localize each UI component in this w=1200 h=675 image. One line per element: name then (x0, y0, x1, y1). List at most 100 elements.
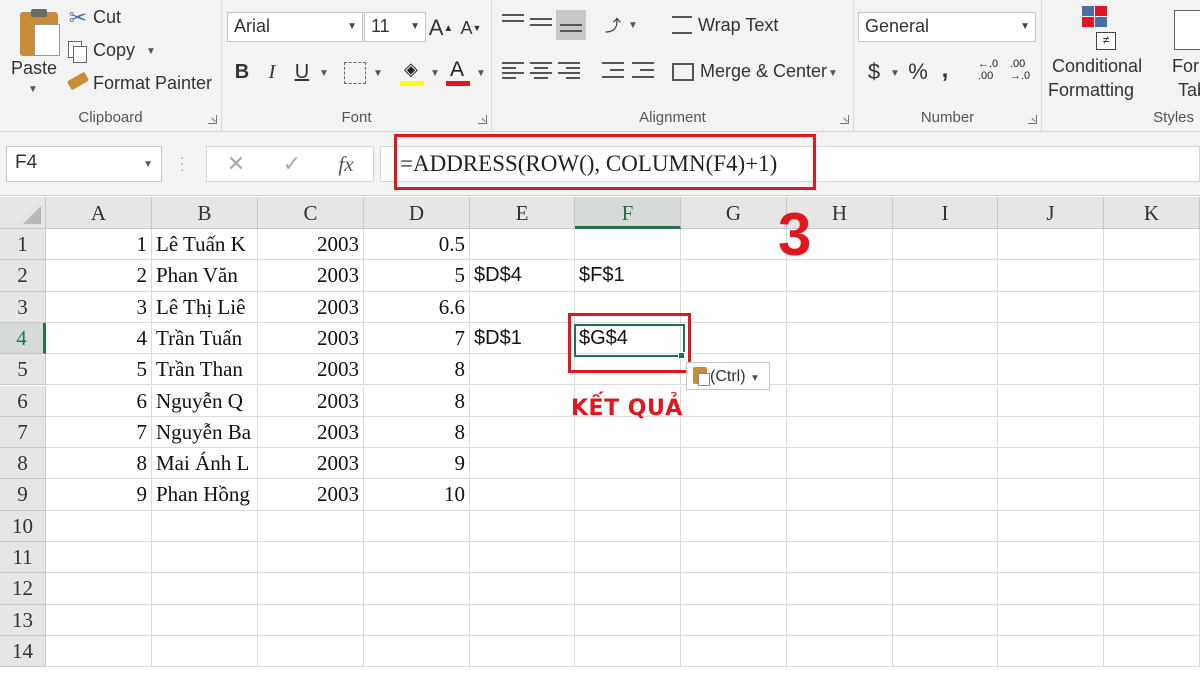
cell-b10[interactable] (152, 510, 258, 542)
cell-e1[interactable] (470, 229, 575, 261)
cell-a4[interactable]: 4 (46, 322, 152, 355)
cell-e11[interactable] (470, 542, 575, 574)
cell-a8[interactable]: 8 (46, 448, 152, 480)
paste-button[interactable]: Paste ▼ (4, 4, 62, 100)
comma-button[interactable]: , (936, 56, 954, 84)
cell-d13[interactable] (364, 604, 470, 636)
align-left-icon[interactable] (502, 62, 524, 80)
cell-b14[interactable] (152, 635, 258, 668)
cell-j11[interactable] (998, 542, 1104, 574)
cell-c12[interactable] (258, 573, 364, 605)
cell-g2[interactable] (681, 260, 787, 292)
cell-e12[interactable] (470, 573, 575, 605)
cell-d3[interactable]: 6.6 (364, 291, 470, 323)
borders-dropdown-icon[interactable]: ▼ (373, 68, 383, 79)
cell-i4[interactable] (893, 322, 998, 355)
cell-j12[interactable] (998, 573, 1104, 605)
bold-button[interactable]: B (230, 58, 254, 86)
decrease-font-icon[interactable]: A ▼ (458, 14, 484, 42)
cell-e9[interactable] (470, 479, 575, 511)
cell-i13[interactable] (893, 604, 998, 636)
cell-c13[interactable] (258, 604, 364, 636)
cell-j6[interactable] (998, 385, 1104, 417)
cell-j9[interactable] (998, 479, 1104, 511)
cell-c4[interactable]: 2003 (258, 322, 364, 355)
cell-g10[interactable] (681, 510, 787, 542)
cell-g13[interactable] (681, 604, 787, 636)
cell-a12[interactable] (46, 573, 152, 605)
currency-dropdown-icon[interactable]: ▼ (890, 68, 900, 79)
cell-a10[interactable] (46, 510, 152, 542)
cell-i9[interactable] (893, 479, 998, 511)
row-header-11[interactable]: 11 (0, 542, 46, 574)
cell-j4[interactable] (998, 322, 1104, 355)
row-header-5[interactable]: 5 (0, 354, 46, 386)
cell-h3[interactable] (787, 291, 893, 323)
cell-g14[interactable] (681, 635, 787, 668)
cell-j2[interactable] (998, 260, 1104, 292)
font-name-select[interactable]: Arial ▼ (227, 12, 363, 42)
row-header-2[interactable]: 2 (0, 260, 46, 292)
fill-color-icon[interactable]: ◈ (400, 58, 426, 86)
cell-e2[interactable]: $D$4 (470, 260, 575, 292)
cell-h13[interactable] (787, 604, 893, 636)
row-header-4[interactable]: 4 (0, 322, 46, 355)
cell-j3[interactable] (998, 291, 1104, 323)
decrease-indent-icon[interactable] (602, 62, 624, 80)
cell-e4[interactable]: $D$1 (470, 322, 575, 355)
cell-i10[interactable] (893, 510, 998, 542)
cell-f14[interactable] (575, 635, 681, 668)
cell-f11[interactable] (575, 542, 681, 574)
cell-e8[interactable] (470, 448, 575, 480)
cell-b1[interactable]: Lê Tuấn K (152, 229, 258, 261)
column-header-f[interactable]: F (575, 197, 681, 229)
cell-d11[interactable] (364, 542, 470, 574)
align-top-icon[interactable] (502, 14, 524, 32)
cell-h10[interactable] (787, 510, 893, 542)
number-format-select[interactable]: General ▼ (858, 12, 1036, 42)
align-middle-icon[interactable] (530, 14, 552, 32)
font-color-dropdown-icon[interactable]: ▼ (476, 68, 486, 79)
cell-k10[interactable] (1104, 510, 1200, 542)
cell-g9[interactable] (681, 479, 787, 511)
currency-button[interactable]: $ (862, 58, 886, 86)
cell-b6[interactable]: Nguyễn Q (152, 385, 258, 417)
cell-k12[interactable] (1104, 573, 1200, 605)
cell-a9[interactable]: 9 (46, 479, 152, 511)
cell-b3[interactable]: Lê Thị Liê (152, 291, 258, 323)
cell-i3[interactable] (893, 291, 998, 323)
cell-d14[interactable] (364, 635, 470, 668)
row-header-14[interactable]: 14 (0, 635, 46, 668)
cell-d1[interactable]: 0.5 (364, 229, 470, 261)
cell-d5[interactable]: 8 (364, 354, 470, 386)
cell-h6[interactable] (787, 385, 893, 417)
paste-options-button[interactable]: (Ctrl) ▼ (686, 362, 770, 390)
cell-k4[interactable] (1104, 322, 1200, 355)
cell-a3[interactable]: 3 (46, 291, 152, 323)
cell-a13[interactable] (46, 604, 152, 636)
cell-f13[interactable] (575, 604, 681, 636)
cell-b12[interactable] (152, 573, 258, 605)
cell-f10[interactable] (575, 510, 681, 542)
wrap-text-button[interactable]: Wrap Text (668, 12, 788, 42)
cell-c9[interactable]: 2003 (258, 479, 364, 511)
row-header-6[interactable]: 6 (0, 385, 46, 417)
format-painter-button[interactable]: Format Painter (66, 70, 216, 98)
column-header-k[interactable]: K (1104, 197, 1200, 229)
column-header-e[interactable]: E (470, 197, 575, 229)
font-size-select[interactable]: 11 ▼ (364, 12, 426, 42)
alignment-launcher-icon[interactable] (840, 115, 849, 124)
cell-j8[interactable] (998, 448, 1104, 480)
cell-c5[interactable]: 2003 (258, 354, 364, 386)
cell-d8[interactable]: 9 (364, 448, 470, 480)
cell-i5[interactable] (893, 354, 998, 386)
column-header-g[interactable]: G (681, 197, 787, 229)
cell-f1[interactable] (575, 229, 681, 261)
align-right-icon[interactable] (558, 62, 580, 80)
column-header-c[interactable]: C (258, 197, 364, 229)
cell-i11[interactable] (893, 542, 998, 574)
cut-button[interactable]: ✂ Cut (66, 4, 146, 32)
cell-d12[interactable] (364, 573, 470, 605)
row-header-9[interactable]: 9 (0, 479, 46, 511)
cell-k1[interactable] (1104, 229, 1200, 261)
